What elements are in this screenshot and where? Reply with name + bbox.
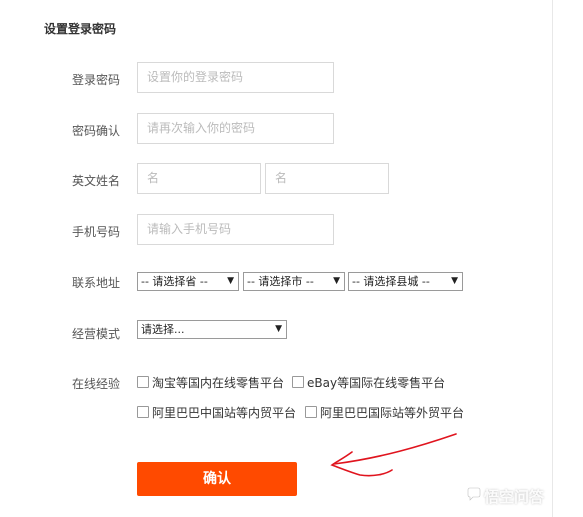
city-select-value: -- 请选择市 -- [247,275,314,288]
first-name-input[interactable]: 名 [137,163,261,194]
confirm-password-label: 密码确认 [71,124,120,138]
last-name-input[interactable]: 名 [265,163,389,194]
red-arrow-annotation [330,433,457,477]
watermark-text: 悟空问答 [484,488,545,506]
county-select[interactable]: -- 请选择县城 -- ▼ [348,272,463,291]
chevron-down-icon: ▼ [227,276,234,286]
county-select-value: -- 请选择县城 -- [352,275,430,288]
checkbox-alibaba-intl[interactable] [305,406,317,418]
business-mode-label: 经营模式 [71,327,120,341]
province-select-value: -- 请选择省 -- [141,275,208,288]
section-title: 设置登录密码 [44,22,117,36]
right-divider [552,0,553,517]
confirm-button[interactable]: 确认 [137,462,297,496]
password-input[interactable]: 设置你的登录密码 [137,62,334,93]
city-select[interactable]: -- 请选择市 -- ▼ [243,272,345,291]
checkbox-ebay[interactable] [292,376,304,388]
business-mode-select[interactable]: 请选择... ▼ [137,320,287,339]
confirm-password-input[interactable]: 请再次输入你的密码 [137,113,334,144]
english-name-label: 英文姓名 [71,174,120,188]
option-taobao-label: 淘宝等国内在线零售平台 [152,376,285,390]
option-alibaba-intl-label: 阿里巴巴国际站等外贸平台 [320,406,465,420]
mobile-input[interactable]: 请输入手机号码 [137,214,334,245]
chevron-down-icon: ▼ [333,276,340,286]
online-experience-label: 在线经验 [71,377,120,391]
province-select[interactable]: -- 请选择省 -- ▼ [137,272,239,291]
checkbox-taobao[interactable] [137,376,149,388]
checkbox-alibaba-china[interactable] [137,406,149,418]
option-alibaba-china-label: 阿里巴巴中国站等内贸平台 [152,406,297,420]
option-ebay-label: eBay等国际在线零售平台 [307,376,446,390]
business-mode-value: 请选择... [141,323,185,336]
chat-bubble-icon [467,487,481,501]
chevron-down-icon: ▼ [275,324,282,334]
address-label: 联系地址 [71,276,120,290]
mobile-label: 手机号码 [71,225,120,239]
password-label: 登录密码 [71,73,120,87]
chevron-down-icon: ▼ [451,276,458,286]
